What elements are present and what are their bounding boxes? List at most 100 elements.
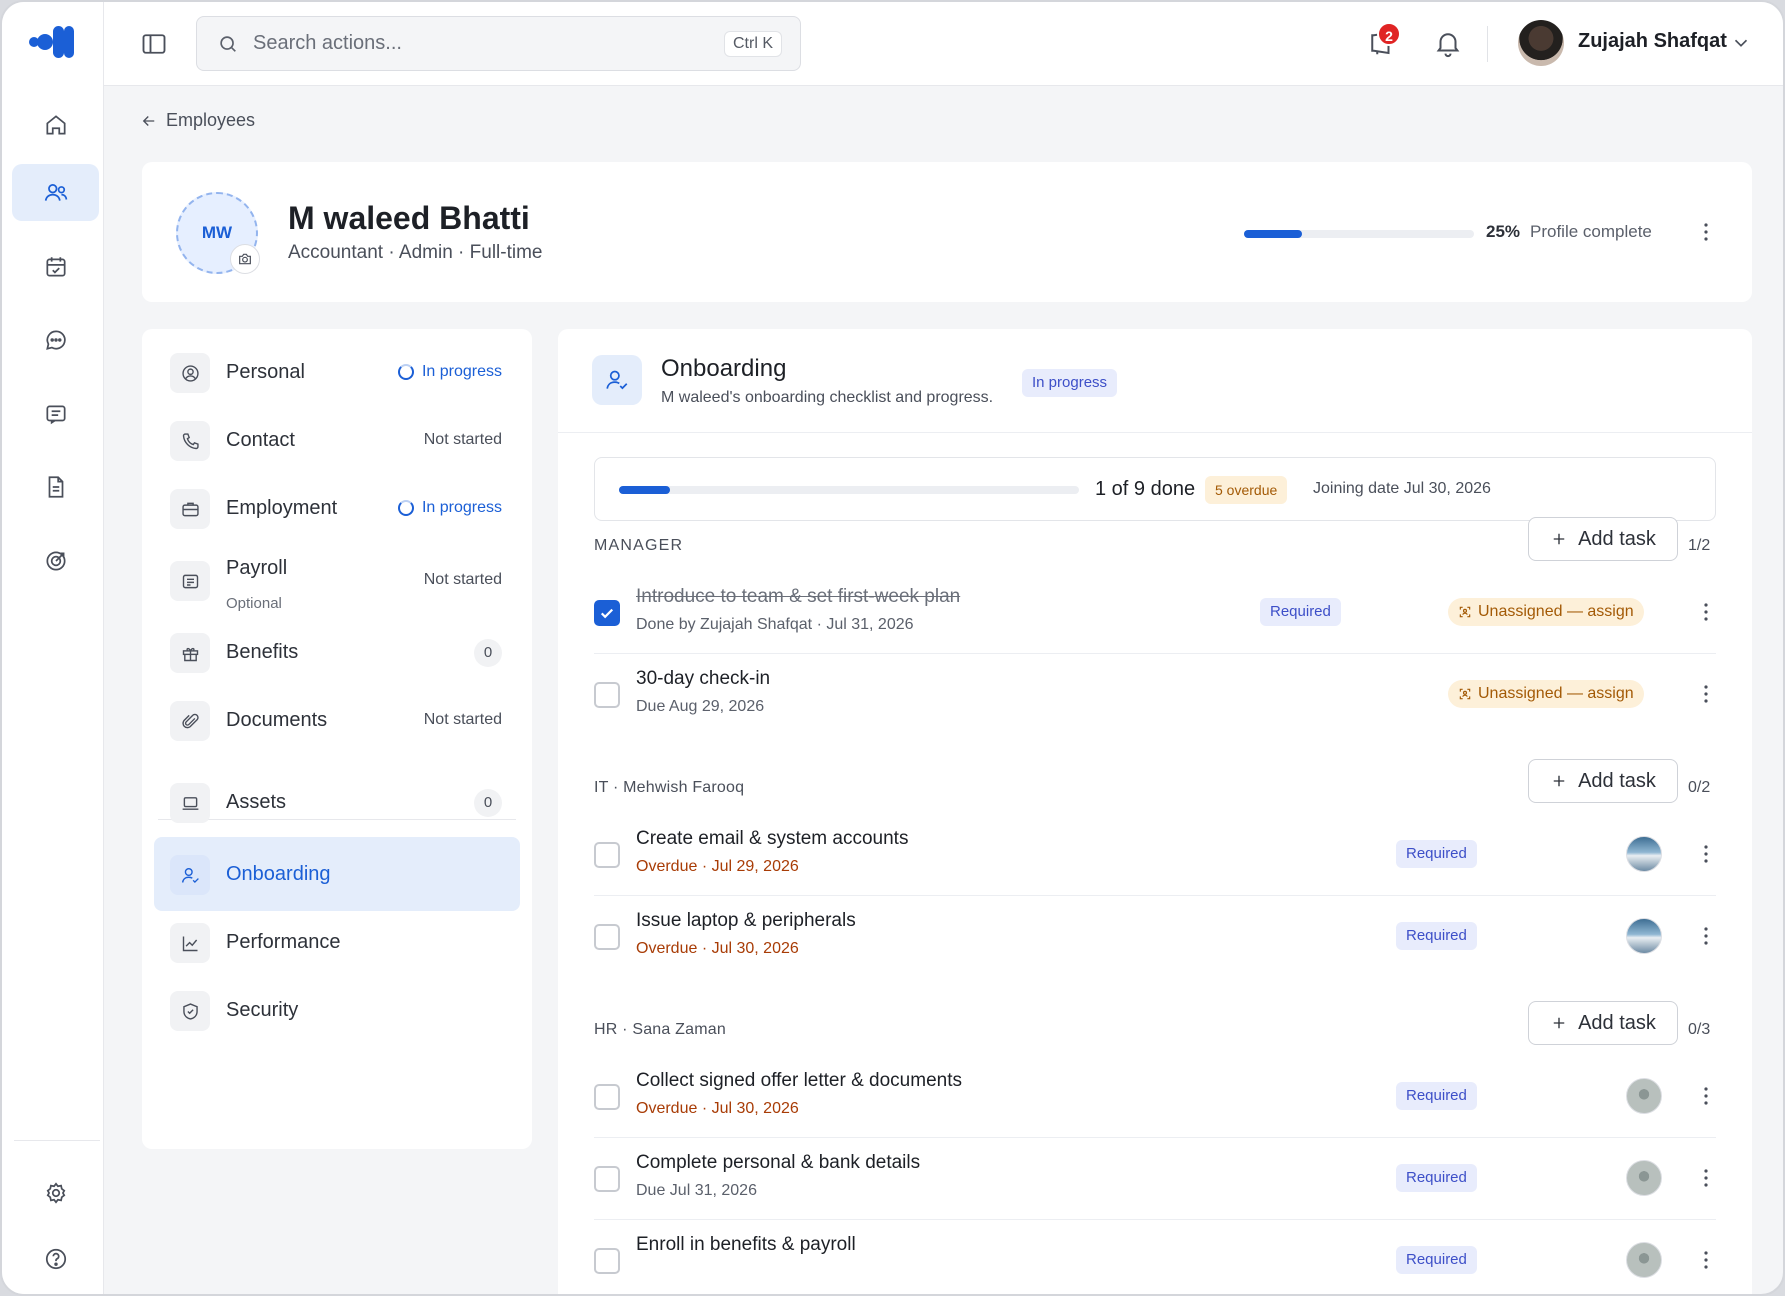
section-icon-box	[170, 421, 210, 461]
section-count-badge: 0	[474, 639, 502, 667]
section-item-security[interactable]: Security	[154, 973, 520, 1047]
search-bar[interactable]: Ctrl K	[196, 16, 801, 71]
more-vertical-icon[interactable]	[1694, 842, 1718, 866]
onboarding-progress-summary: 1 of 9 done 5 overdue Joining date Jul 3…	[594, 457, 1716, 521]
rail-people-button[interactable]	[12, 164, 99, 221]
change-photo-button[interactable]	[230, 244, 260, 274]
section-item-payroll[interactable]: Payroll Optional Not started	[154, 543, 520, 617]
user-name[interactable]: Zujajah Shafqat	[1578, 30, 1727, 53]
assignee-avatar[interactable]	[1626, 1078, 1662, 1114]
assignee-avatar[interactable]	[1626, 918, 1662, 954]
section-label: Assets	[226, 791, 287, 813]
section-item-documents[interactable]: Documents Not started	[154, 683, 520, 757]
more-vertical-icon[interactable]	[1694, 924, 1718, 948]
rail-calendar-button[interactable]	[12, 238, 99, 295]
rail-messages-button[interactable]	[12, 311, 99, 368]
rail-settings-button[interactable]	[12, 1164, 99, 1221]
onboarding-progress-bar	[619, 486, 1079, 494]
task-title[interactable]: Issue laptop & peripherals	[636, 910, 856, 932]
required-badge: Required	[1396, 840, 1477, 868]
rail-documents-button[interactable]	[12, 458, 99, 515]
assignee-avatar[interactable]	[1626, 1242, 1662, 1278]
search-input[interactable]	[253, 32, 693, 55]
rail-goals-button[interactable]	[12, 532, 99, 589]
task-title[interactable]: Introduce to team & set first-week plan	[636, 586, 960, 608]
task-title[interactable]: Create email & system accounts	[636, 828, 908, 850]
assignee-avatar[interactable]	[1626, 1160, 1662, 1196]
required-badge: Required	[1396, 1164, 1477, 1192]
profile-section-nav: Personal In progress Contact Not started Emp…	[142, 329, 532, 1149]
add-task-button[interactable]: Add task	[1528, 1001, 1678, 1045]
section-status-text: Not started	[423, 431, 502, 448]
task-checkbox[interactable]	[594, 682, 620, 708]
more-vertical-icon[interactable]	[1694, 1248, 1718, 1272]
progress-ring-icon	[397, 364, 414, 380]
unassigned-assign-button[interactable]: Unassigned — assign	[1448, 598, 1644, 626]
section-item-benefits[interactable]: Benefits 0	[154, 615, 520, 689]
rail-home-button[interactable]	[12, 96, 99, 153]
section-item-performance[interactable]: Performance	[154, 905, 520, 979]
section-label: Personal	[226, 361, 305, 383]
more-vertical-icon[interactable]	[1694, 220, 1718, 244]
section-icon-box	[170, 561, 210, 601]
user-avatar[interactable]	[1518, 20, 1564, 66]
section-item-personal[interactable]: Personal In progress	[154, 335, 520, 409]
section-label: Payroll	[226, 557, 288, 579]
assignee-avatar[interactable]	[1626, 836, 1662, 872]
required-badge: Required	[1396, 922, 1477, 950]
shield-icon	[182, 1002, 198, 1020]
section-status: Not started	[424, 431, 502, 449]
chevron-down-icon[interactable]	[1730, 32, 1752, 54]
add-task-button[interactable]: Add task	[1528, 759, 1678, 803]
task-title[interactable]: Enroll in benefits & payroll	[636, 1234, 856, 1256]
task-row: Introduce to team & set first-week plan D…	[594, 572, 1716, 654]
search-icon	[220, 35, 236, 52]
overdue-badge: 5 overdue	[1205, 476, 1288, 504]
section-sublabel: Optional	[226, 595, 282, 612]
task-checkbox[interactable]	[594, 1248, 620, 1274]
section-item-contact[interactable]: Contact Not started	[154, 403, 520, 477]
section-item-onboarding[interactable]: Onboarding	[154, 837, 520, 911]
task-title[interactable]: 30-day check-in	[636, 668, 770, 690]
more-vertical-icon[interactable]	[1694, 600, 1718, 624]
task-checkbox[interactable]	[594, 600, 620, 626]
task-checkbox[interactable]	[594, 842, 620, 868]
more-vertical-icon[interactable]	[1694, 1166, 1718, 1190]
rail-announcements-button[interactable]	[12, 385, 99, 442]
section-label: Benefits	[226, 641, 299, 663]
profile-completion-bar	[1244, 230, 1474, 238]
rail-help-button[interactable]	[12, 1230, 99, 1287]
more-vertical-icon[interactable]	[1694, 682, 1718, 706]
add-task-button[interactable]: Add task	[1528, 517, 1678, 561]
task-group-title: MANAGER	[594, 537, 684, 554]
task-checkbox[interactable]	[594, 924, 620, 950]
app-window: Ctrl K 2 Zujajah Shafqat Employees MW M …	[0, 0, 1785, 1296]
gear-icon	[46, 1181, 65, 1204]
briefcase-icon	[181, 502, 199, 516]
task-group-progress: 1/2	[1688, 537, 1711, 554]
section-item-employment[interactable]: Employment In progress	[154, 471, 520, 545]
task-title[interactable]: Collect signed offer letter & documents	[636, 1070, 962, 1092]
plus-icon	[1553, 533, 1565, 545]
section-item-assets[interactable]: Assets 0	[154, 765, 520, 839]
bell-icon[interactable]	[1433, 28, 1463, 58]
task-meta: Done by Zujajah Shafqat · Jul 31, 2026	[636, 616, 914, 633]
back-to-employees-link[interactable]: Employees	[140, 110, 255, 131]
section-status-text: In progress	[421, 499, 502, 516]
section-icon-box	[170, 923, 210, 963]
unassigned-assign-button[interactable]: Unassigned — assign	[1448, 680, 1644, 708]
onboarding-title: Onboarding	[661, 355, 787, 382]
task-checkbox[interactable]	[594, 1084, 620, 1110]
app-logo[interactable]	[28, 24, 74, 60]
section-icon-box	[170, 489, 210, 529]
section-icon-box	[170, 633, 210, 673]
more-vertical-icon[interactable]	[1694, 1084, 1718, 1108]
section-label: Employment	[226, 497, 338, 519]
section-label: Performance	[226, 931, 341, 953]
task-title[interactable]: Complete personal & bank details	[636, 1152, 920, 1174]
search-shortcut-hint: Ctrl K	[724, 31, 782, 57]
sidebar-toggle-icon[interactable]	[140, 30, 168, 58]
onboarding-status-badge: In progress	[1022, 369, 1118, 397]
section-status: In progress	[397, 499, 502, 517]
task-checkbox[interactable]	[594, 1166, 620, 1192]
